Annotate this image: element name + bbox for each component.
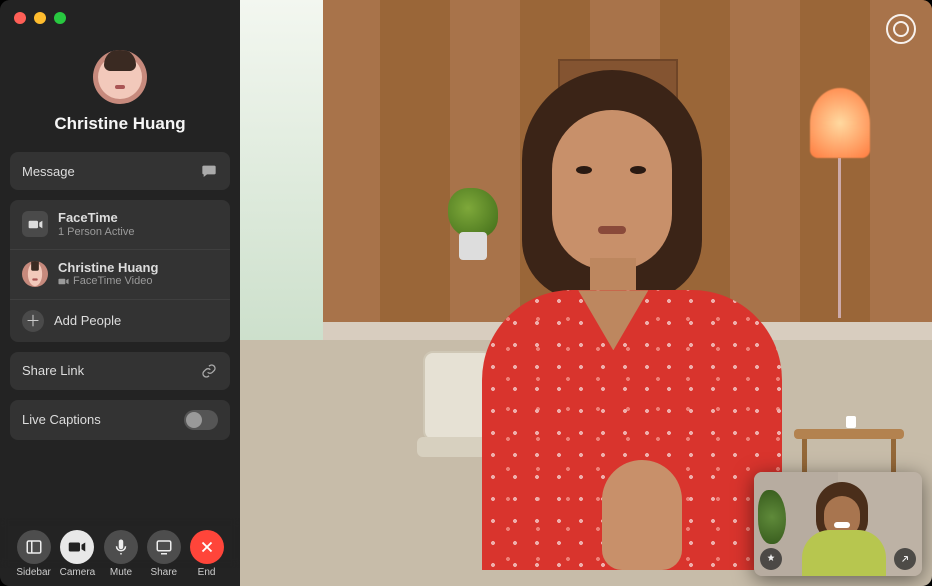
share-link-button[interactable]: Share Link <box>10 352 230 390</box>
participant-status: FaceTime Video <box>58 275 158 288</box>
self-view-pip[interactable] <box>754 472 922 576</box>
sidebar-toggle-control: Sidebar <box>16 530 50 578</box>
camera-control-label: Camera <box>60 567 96 578</box>
live-captions-label: Live Captions <box>22 412 101 427</box>
facetime-subtitle: 1 Person Active <box>58 226 134 239</box>
link-icon <box>200 362 218 380</box>
live-captions-panel: Live Captions <box>10 400 230 440</box>
message-icon <box>200 162 218 180</box>
participant-avatar <box>22 261 48 287</box>
live-captions-row: Live Captions <box>10 400 230 440</box>
contact-name: Christine Huang <box>54 114 185 134</box>
mute-control-label: Mute <box>110 567 132 578</box>
sidebar-toggle-button[interactable] <box>17 530 51 564</box>
camera-control: Camera <box>60 530 96 578</box>
window-controls <box>14 12 66 24</box>
participant-labels: Christine Huang FaceTime Video <box>58 260 158 289</box>
facetime-title: FaceTime <box>58 210 134 226</box>
end-call-button[interactable] <box>190 530 224 564</box>
end-control: End <box>190 530 224 578</box>
participants-panel: FaceTime 1 Person Active Christine Huang… <box>10 200 230 342</box>
video-area <box>240 0 932 586</box>
message-button[interactable]: Message <box>10 152 230 190</box>
share-control-label: Share <box>150 567 177 578</box>
plus-icon: ＋ <box>22 310 44 332</box>
share-control: Share <box>147 530 181 578</box>
pip-expand-button[interactable] <box>894 548 916 570</box>
close-window-button[interactable] <box>14 12 26 24</box>
mute-control: Mute <box>104 530 138 578</box>
pip-effects-button[interactable] <box>760 548 782 570</box>
facetime-window: Christine Huang Message FaceTime 1 Perso… <box>0 0 932 586</box>
sidebar-control-label: Sidebar <box>16 567 50 578</box>
share-link-label: Share Link <box>22 363 84 378</box>
facetime-status-labels: FaceTime 1 Person Active <box>58 210 134 239</box>
video-icon <box>22 211 48 237</box>
facetime-status-row[interactable]: FaceTime 1 Person Active <box>10 200 230 249</box>
mute-button[interactable] <box>104 530 138 564</box>
add-people-button[interactable]: ＋ Add People <box>10 299 230 342</box>
message-label: Message <box>22 164 75 179</box>
end-control-label: End <box>198 567 216 578</box>
camera-button[interactable] <box>60 530 94 564</box>
minimize-window-button[interactable] <box>34 12 46 24</box>
add-people-label: Add People <box>54 313 121 328</box>
live-photo-button[interactable] <box>886 14 916 44</box>
participant-name: Christine Huang <box>58 260 158 276</box>
contact-header: Christine Huang <box>10 50 230 134</box>
share-link-panel: Share Link <box>10 352 230 390</box>
fullscreen-window-button[interactable] <box>54 12 66 24</box>
live-captions-toggle[interactable] <box>184 410 218 430</box>
share-button[interactable] <box>147 530 181 564</box>
call-controls: Sidebar Camera Mute Share <box>10 524 230 578</box>
message-panel: Message <box>10 152 230 190</box>
call-sidebar: Christine Huang Message FaceTime 1 Perso… <box>0 0 240 586</box>
participant-row[interactable]: Christine Huang FaceTime Video <box>10 249 230 299</box>
contact-avatar[interactable] <box>93 50 147 104</box>
